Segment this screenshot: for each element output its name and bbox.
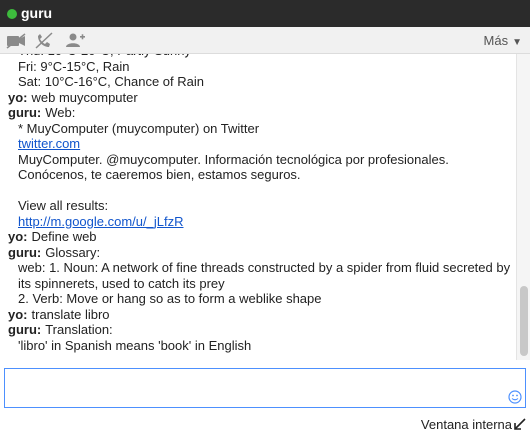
message-text: 'libro' in Spanish means 'book' in Engli… <box>18 337 252 353</box>
message-sender: yo: <box>8 89 28 105</box>
message-text: Define web <box>31 229 97 244</box>
message-line: Sat: 10°C-16°C, Chance of Rain <box>0 74 516 90</box>
message-line: Fri: 9°C-15°C, Rain <box>0 59 516 75</box>
chat-log[interactable]: Thu: 10°C-20°C, Partly SunnyFri: 9°C-15°… <box>0 54 516 360</box>
message-text: Fri: 9°C-15°C, Rain <box>18 58 130 74</box>
message-sender: yo: <box>8 306 28 322</box>
message-text: 2. Verb: Move or hang so as to form a we… <box>18 291 322 306</box>
message-text: translate libro <box>31 306 110 322</box>
chat-scrollbar[interactable] <box>516 54 530 360</box>
message-line: http://m.google.com/u/_jLfzR <box>0 214 516 230</box>
message-line: 'libro' in Spanish means 'book' in Engli… <box>0 338 516 354</box>
add-person-icon[interactable] <box>62 30 86 51</box>
message-line: Conócenos, te caeremos bien, estamos seg… <box>0 167 516 183</box>
more-menu-label: Más <box>483 33 509 48</box>
popout-link[interactable]: Ventana interna <box>421 417 512 432</box>
message-row: yo: web muycomputer <box>0 90 516 106</box>
message-line: View all results: <box>0 198 516 214</box>
message-sender: yo: <box>8 229 28 244</box>
message-text: web: 1. Noun: A network of fine threads … <box>18 260 511 275</box>
message-text: Sat: 10°C-16°C, Chance of Rain <box>18 74 204 89</box>
message-line: 2. Verb: Move or hang so as to form a we… <box>0 291 516 307</box>
title-bar[interactable]: guru <box>0 0 530 27</box>
emoticon-icon[interactable] <box>508 390 522 404</box>
message-row: guru: Web: <box>0 105 516 121</box>
message-text: Translation: <box>45 322 113 337</box>
message-input[interactable] <box>4 368 526 408</box>
message-line: its spinnerets, used to catch its prey <box>0 276 516 292</box>
popout-arrow-icon[interactable] <box>513 418 526 431</box>
message-link[interactable]: http://m.google.com/u/_jLfzR <box>18 214 183 229</box>
video-call-icon[interactable] <box>4 30 28 51</box>
message-row: yo: translate libro <box>0 307 516 323</box>
message-line: * MuyComputer (muycomputer) on Twitter <box>0 121 516 137</box>
message-line: twitter.com <box>0 136 516 152</box>
message-text: Glossary: <box>45 244 101 260</box>
message-sender: guru: <box>8 322 42 337</box>
message-text: MuyComputer. @muycomputer. Información t… <box>18 151 449 167</box>
message-text: * MuyComputer (muycomputer) on Twitter <box>18 120 260 136</box>
message-text: its spinnerets, used to catch its prey <box>18 275 225 291</box>
chat-toolbar: Más ▼ <box>0 27 530 54</box>
message-list: Thu: 10°C-20°C, Partly SunnyFri: 9°C-15°… <box>0 54 516 353</box>
message-link[interactable]: twitter.com <box>18 136 80 151</box>
message-row: yo: Define web <box>0 229 516 245</box>
message-text: View all results: <box>18 198 109 213</box>
scrollbar-thumb[interactable] <box>520 286 528 356</box>
window-title: guru <box>21 5 53 21</box>
message-text: web muycomputer <box>31 89 138 105</box>
more-menu-button[interactable]: Más ▼ <box>484 33 522 48</box>
message-sender: guru: <box>8 105 42 120</box>
message-text: Conócenos, te caeremos bien, estamos seg… <box>18 167 301 182</box>
message-line: web: 1. Noun: A network of fine threads … <box>0 260 516 276</box>
message-row: guru: Translation: <box>0 322 516 338</box>
message-line <box>0 183 516 199</box>
message-sender: guru: <box>8 244 42 260</box>
voice-call-icon[interactable] <box>32 30 56 51</box>
message-line: MuyComputer. @muycomputer. Información t… <box>0 152 516 168</box>
message-text: Web: <box>45 105 76 120</box>
message-text: Thu: 10°C-20°C, Partly Sunny <box>18 54 191 58</box>
online-status-icon <box>7 9 17 19</box>
chevron-down-icon: ▼ <box>512 37 522 48</box>
message-row: guru: Glossary: <box>0 245 516 261</box>
